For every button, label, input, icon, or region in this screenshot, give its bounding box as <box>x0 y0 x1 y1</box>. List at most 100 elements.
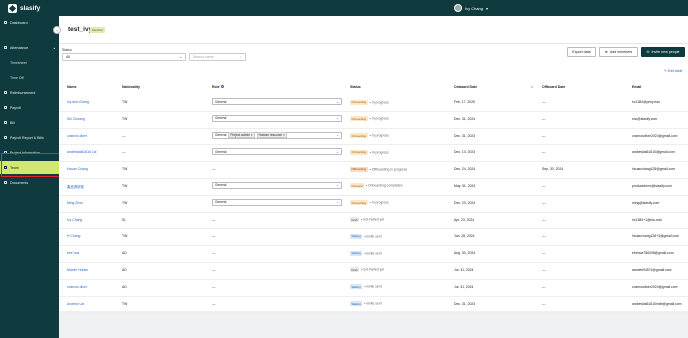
sidebar-item-payroll-report[interactable]: Payroll Report & Bills <box>0 131 59 144</box>
sort-icon[interactable]: ⇅ <box>531 85 534 89</box>
wallet-icon <box>4 106 7 109</box>
nationality: TW <box>122 100 128 104</box>
nationality: AD <box>122 284 127 289</box>
back-button[interactable]: ‹ <box>53 26 61 34</box>
sidebar-item-label: Timesheet <box>10 60 27 65</box>
role-tag[interactable]: Project admin × <box>228 132 255 139</box>
app-logo[interactable]: slasify <box>8 3 41 13</box>
onboard-date: Jul. 31, 2024 <box>454 267 474 272</box>
search-input[interactable]: Search name ⌕ <box>189 53 246 61</box>
member-name-link[interactable]: Ivy-test Chang <box>67 100 89 104</box>
sidebar-item-reimbursement[interactable]: Reimbursement <box>0 86 59 99</box>
table-row: cosmos diver AD — Waiting • invite sent J… <box>59 280 688 297</box>
button-label: Export data <box>572 50 591 54</box>
email: andrewlai61616@gmail.com <box>632 150 675 155</box>
button-label: Invite new people <box>651 50 680 54</box>
col-name[interactable]: Name <box>67 85 77 89</box>
role-tag[interactable]: Human resource × <box>256 132 287 139</box>
member-name-link[interactable]: H Chang <box>67 234 80 238</box>
col-offboard-date[interactable]: Offboard Date <box>542 85 565 89</box>
status-cell: Onboarding • In progress <box>350 200 389 206</box>
top-bar: slasify Ivy Chang ▾ <box>0 0 688 16</box>
member-name-link[interactable]: cosmos diver <box>67 134 87 138</box>
col-status[interactable]: Status <box>350 85 361 89</box>
edit-table-link[interactable]: ✎ Edit table <box>664 69 683 73</box>
add-members-button[interactable]: ⊕ Add members <box>599 47 638 57</box>
sidebar: Dashboard Attendance ▴ Timesheet Time Off… <box>0 16 59 338</box>
offboard-date: — <box>542 267 546 272</box>
invite-icon: ✉ <box>646 50 650 54</box>
role-empty: — <box>212 217 216 222</box>
nationality: TW <box>122 116 128 121</box>
invite-new-people-button[interactable]: ✉ Invite new people <box>641 47 685 57</box>
role-select[interactable]: General Project admin × Human resource × ⌄ <box>212 131 342 139</box>
member-name-link[interactable]: 產品測試帳 <box>67 184 84 189</box>
onboard-date: Feb. 17, 2025 <box>454 100 475 104</box>
member-name-link[interactable]: Ivy Chang <box>67 218 82 222</box>
chevron-down-icon: ▾ <box>485 5 488 11</box>
sidebar-item-documents[interactable]: Documents <box>0 176 59 189</box>
sidebar-item-dashboard[interactable]: Dashboard <box>0 16 59 29</box>
member-name-link[interactable]: eee hoa <box>67 251 79 255</box>
member-name-link[interactable]: Ming Zhou <box>67 201 83 205</box>
nationality: ID <box>122 217 126 222</box>
onboard-date: Aug. 30, 2024 <box>454 251 476 256</box>
role-empty: — <box>212 301 216 306</box>
member-name-link[interactable]: andrewlai61616 Lai <box>67 150 96 154</box>
nationality: AD <box>122 251 127 256</box>
status-badge: Waiting <box>350 284 363 290</box>
sidebar-item-attendance[interactable]: Attendance ▴ <box>0 41 59 54</box>
sidebar-item-bill[interactable]: Bill <box>0 116 59 129</box>
col-nationality[interactable]: Nationality <box>122 85 140 89</box>
search-icon: ⌕ <box>240 55 242 59</box>
status-text: • Onboarding completed <box>365 183 403 188</box>
role-select[interactable]: General ⌄ <box>212 114 342 122</box>
member-name-link[interactable]: Shi Chuang <box>67 117 85 121</box>
onboard-date: Dec. 24, 2024 <box>454 167 476 172</box>
role-value: General <box>215 200 227 205</box>
offboard-date: — <box>542 234 546 239</box>
email: hc1384+1@ntu.edu <box>632 217 662 222</box>
table-row: Andrew Lai TW — Waiting • invite sent Dec… <box>59 297 688 314</box>
role-select[interactable]: General ⌄ <box>212 198 342 206</box>
status-cell: Waiting • invite sent <box>350 250 382 256</box>
member-name-link[interactable]: cosmos diver <box>67 285 87 289</box>
offboard-date: Sep. 30, 2024 <box>542 167 564 172</box>
role-select[interactable]: General ⌄ <box>212 148 342 156</box>
member-name-link[interactable]: Andrew Lai <box>67 302 84 306</box>
offboard-date: — <box>542 301 546 306</box>
table-row: Marvin Hunter AD — Draft • not invited ye… <box>59 263 688 280</box>
status-filter-select[interactable]: All ⌄ <box>62 53 186 61</box>
role-tag-label: Project admin <box>230 133 250 138</box>
offboard-date: — <box>542 100 546 104</box>
status-badge: Waiting <box>350 301 363 307</box>
status-cell: Onboarding • In progress <box>350 149 389 155</box>
col-email[interactable]: Email <box>632 85 641 89</box>
chevron-down-icon: ⌄ <box>336 149 339 154</box>
add-user-icon: ⊕ <box>604 50 608 54</box>
col-role[interactable]: Role <box>212 85 224 89</box>
status-cell: Onboard • Onboarding completed <box>350 183 403 189</box>
export-data-button[interactable]: Export data <box>567 47 596 57</box>
info-icon[interactable] <box>220 85 224 88</box>
role-select[interactable]: General ⌄ <box>212 98 342 105</box>
email: ming@slasify.com <box>632 200 660 205</box>
member-name-link[interactable]: Marvin Hunter <box>67 268 88 272</box>
col-onboard-date[interactable]: Onboard Date <box>454 85 477 89</box>
table-row: 產品測試帳 TW General ⌄ Onboard • Onboarding co… <box>59 179 688 196</box>
sidebar-item-payroll[interactable]: Payroll <box>0 101 59 114</box>
sidebar-item-timesheet[interactable]: Timesheet <box>0 56 59 69</box>
clock-icon <box>4 46 7 49</box>
table-row: cosmos diver — General Project admin × Hum… <box>59 129 688 146</box>
status-badge: Waiting <box>350 233 363 239</box>
table-row: H Chang TW — Waiting • invite sent Jun. 2… <box>59 229 688 247</box>
role-empty: — <box>212 251 216 256</box>
table-row: Hsuan Chang TW — Offboarding • Offboardin… <box>59 162 688 179</box>
sidebar-item-time-off[interactable]: Time Off <box>0 71 59 84</box>
member-name-link[interactable]: Hsuan Chang <box>67 167 88 171</box>
email: hsuanchang128+3@gmail.com <box>632 234 679 239</box>
onboard-date: Dec. 31, 2024 <box>454 301 476 306</box>
app-name: slasify <box>20 4 41 12</box>
user-menu[interactable]: Ivy Chang ▾ <box>453 4 488 12</box>
role-select[interactable]: General ⌄ <box>212 181 342 189</box>
